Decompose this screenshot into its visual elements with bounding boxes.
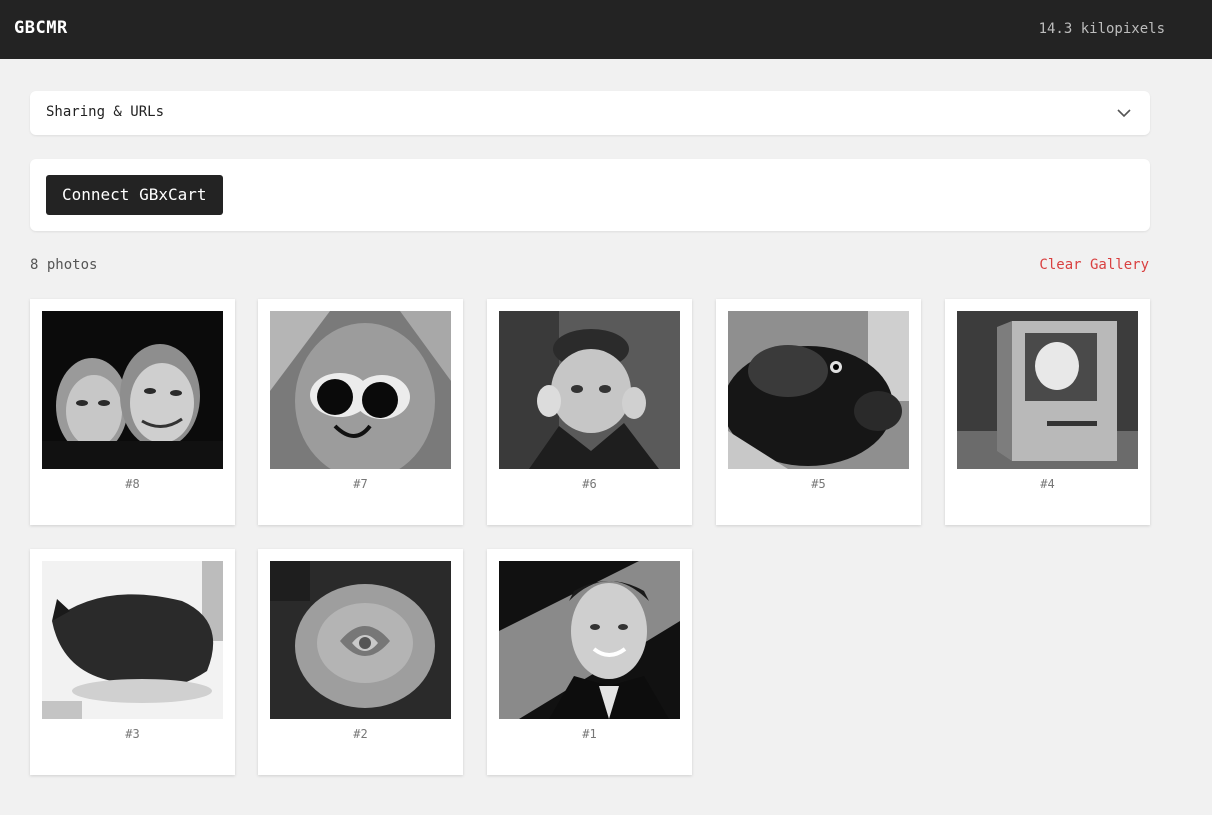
sharing-panel-label: Sharing & URLs <box>46 104 165 120</box>
cat-photo <box>42 561 223 719</box>
photo-card[interactable]: #8 <box>30 299 235 525</box>
couple-photo <box>42 311 223 469</box>
pig-photo <box>728 311 909 469</box>
photo-card[interactable]: #4 <box>945 299 1150 525</box>
photo-thumbnail <box>42 561 223 719</box>
photo-label: #1 <box>582 727 597 741</box>
photo-thumbnail <box>270 311 451 469</box>
photo-card[interactable]: #3 <box>30 549 235 775</box>
photo-card[interactable]: #2 <box>258 549 463 775</box>
photo-card[interactable]: #7 <box>258 299 463 525</box>
connect-panel: Connect GBxCart <box>30 159 1150 231</box>
computer-photo <box>957 311 1138 469</box>
top-bar: GBCMR 14.3 kilopixels <box>0 0 1212 59</box>
photo-thumbnail <box>728 311 909 469</box>
photo-thumbnail <box>42 311 223 469</box>
chevron-down-icon <box>1117 109 1131 118</box>
photo-label: #2 <box>353 727 368 741</box>
clear-gallery-button[interactable]: Clear Gallery <box>1039 257 1149 273</box>
photo-thumbnail <box>957 311 1138 469</box>
app-title: GBCMR <box>14 18 68 38</box>
child-photo <box>499 311 680 469</box>
photo-label: #4 <box>1040 477 1055 491</box>
photo-label: #5 <box>811 477 826 491</box>
photo-count: 8 photos <box>30 257 98 273</box>
photo-label: #7 <box>353 477 368 491</box>
photo-thumbnail <box>499 311 680 469</box>
connect-gbxcart-button[interactable]: Connect GBxCart <box>46 175 223 215</box>
sharing-panel[interactable]: Sharing & URLs <box>30 91 1150 135</box>
kilopixel-counter: 14.3 kilopixels <box>1038 21 1165 37</box>
photo-card[interactable]: #6 <box>487 299 692 525</box>
photo-card[interactable]: #1 <box>487 549 692 775</box>
photo-thumbnail <box>270 561 451 719</box>
googly-eyes-photo <box>270 311 451 469</box>
photo-label: #3 <box>125 727 140 741</box>
rose-photo <box>270 561 451 719</box>
photo-card[interactable]: #5 <box>716 299 921 525</box>
photo-label: #6 <box>582 477 597 491</box>
photo-thumbnail <box>499 561 680 719</box>
man-photo <box>499 561 680 719</box>
photo-label: #8 <box>125 477 140 491</box>
